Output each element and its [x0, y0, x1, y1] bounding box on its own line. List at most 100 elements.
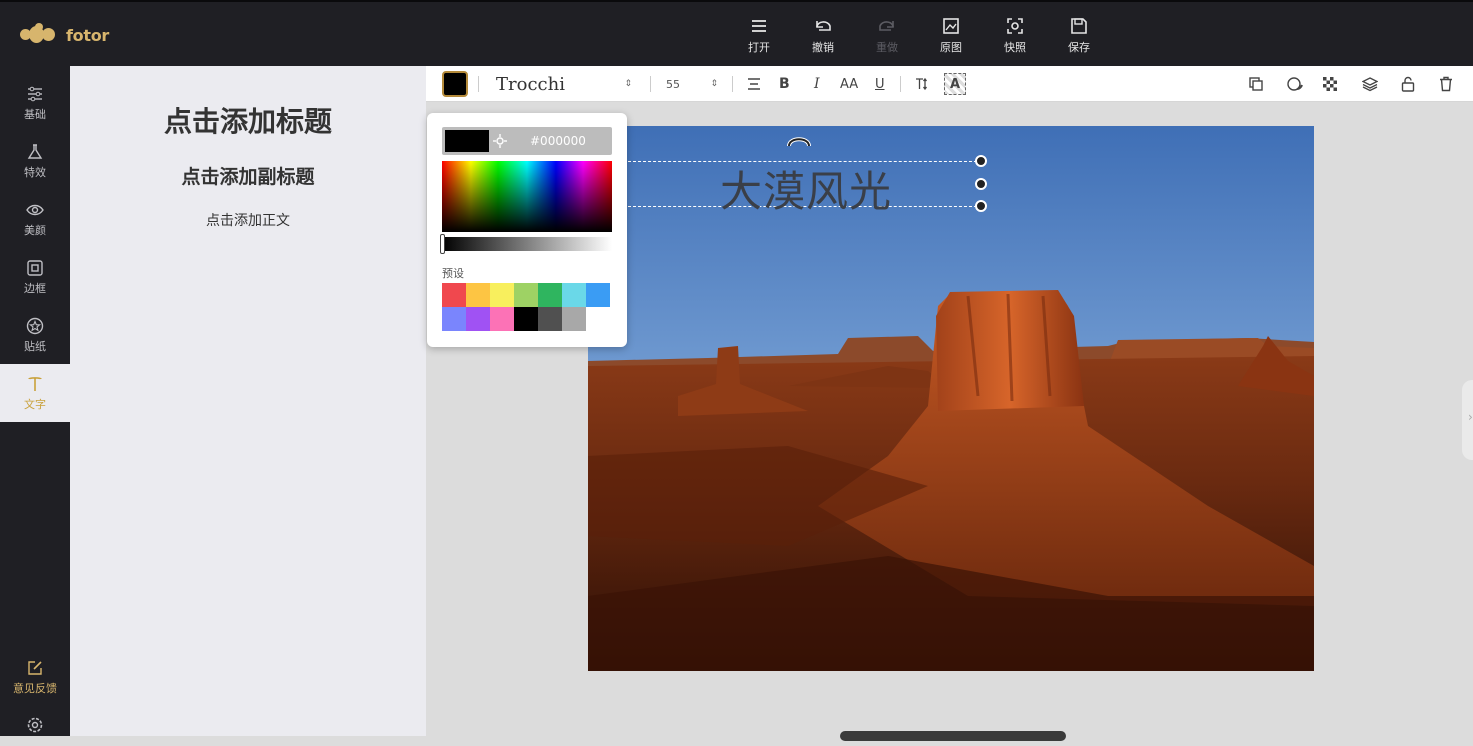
- sliders-icon: [28, 86, 42, 101]
- select-arrows-icon: ⇕: [710, 79, 718, 89]
- hex-input-box[interactable]: #000000: [442, 127, 612, 155]
- preset-swatch[interactable]: [538, 283, 562, 307]
- preset-swatch[interactable]: [490, 283, 514, 307]
- fotor-logo[interactable]: fotor: [20, 22, 109, 48]
- divider: [478, 76, 479, 92]
- feedback-button[interactable]: 意见反馈: [0, 648, 70, 706]
- sidebar-item-label: 贴纸: [24, 339, 46, 353]
- font-size-select[interactable]: 55 ⇕: [666, 66, 718, 102]
- line-spacing-button[interactable]: [914, 66, 930, 102]
- canvas-text[interactable]: 大漠风光: [720, 158, 892, 219]
- snapshot-button[interactable]: 快照: [983, 16, 1047, 55]
- redo-button[interactable]: 重做: [855, 16, 919, 55]
- sidebar-item-basic[interactable]: 基础: [0, 74, 70, 132]
- bold-icon: B: [779, 76, 790, 92]
- unlock-icon: [1401, 76, 1415, 92]
- canvas-photo[interactable]: [588, 126, 1314, 671]
- text-icon: [28, 376, 42, 391]
- save-button[interactable]: 保存: [1047, 16, 1111, 55]
- italic-button[interactable]: I: [814, 66, 820, 102]
- layers-button[interactable]: [1362, 66, 1378, 102]
- snapshot-icon: [1007, 18, 1023, 34]
- sidebar-item-text[interactable]: 文字: [0, 364, 70, 422]
- current-color-swatch: [442, 71, 468, 97]
- preset-swatch[interactable]: [562, 283, 586, 307]
- transparency-button[interactable]: [1323, 66, 1337, 102]
- settings-button[interactable]: [0, 706, 70, 746]
- color-spectrum[interactable]: [442, 161, 612, 232]
- brightness-slider-handle[interactable]: [440, 234, 445, 254]
- gear-icon: [27, 717, 43, 732]
- shadow-icon: [1287, 77, 1303, 91]
- save-icon: [1071, 18, 1087, 34]
- rotate-handle-icon[interactable]: [786, 134, 812, 150]
- add-subtitle-button[interactable]: 点击添加副标题: [70, 162, 426, 189]
- delete-button[interactable]: [1439, 66, 1453, 102]
- preset-swatch[interactable]: [562, 307, 586, 331]
- brightness-slider[interactable]: [440, 234, 612, 254]
- resize-handle-top[interactable]: [975, 155, 987, 167]
- feedback-label: 意见反馈: [13, 681, 57, 695]
- color-swatch-button[interactable]: [442, 66, 468, 102]
- preset-swatch[interactable]: [490, 307, 514, 331]
- hex-color-preview: [445, 130, 489, 152]
- underline-button[interactable]: U: [875, 66, 885, 102]
- desert-landscape-image: [588, 126, 1314, 671]
- sidebar-item-label: 文字: [24, 397, 46, 411]
- resize-handle-bottom[interactable]: [975, 200, 987, 212]
- preset-swatch[interactable]: [466, 283, 490, 307]
- align-center-icon: [748, 78, 760, 90]
- color-picker-popup: #000000 预设: [427, 113, 627, 347]
- logo-dots-icon: [20, 23, 60, 47]
- undo-button[interactable]: 撤销: [791, 16, 855, 55]
- lock-button[interactable]: [1401, 66, 1415, 102]
- preset-swatch[interactable]: [514, 283, 538, 307]
- top-bar: fotor 打开 撤销 重做 原图 快照 保存: [0, 0, 1473, 66]
- open-button[interactable]: 打开: [727, 16, 791, 55]
- sidebar-item-stickers[interactable]: 贴纸: [0, 306, 70, 364]
- sidebar-item-label: 边框: [24, 281, 46, 295]
- undo-label: 撤销: [812, 41, 834, 54]
- bottom-scroll-indicator[interactable]: [840, 731, 1066, 741]
- star-badge-icon: [26, 317, 44, 334]
- preset-swatch[interactable]: [586, 283, 610, 307]
- font-size-value: 55: [666, 77, 680, 91]
- original-button[interactable]: 原图: [919, 16, 983, 55]
- preset-swatch[interactable]: [538, 307, 562, 331]
- font-family-select[interactable]: Trocchi ⇕: [496, 66, 636, 102]
- preset-swatch[interactable]: [442, 307, 466, 331]
- resize-handle-middle[interactable]: [975, 178, 987, 190]
- copy-icon: [1249, 77, 1263, 91]
- text-toolbar: Trocchi ⇕ 55 ⇕ B I AA U A: [426, 66, 1473, 102]
- eyedropper-icon[interactable]: [492, 133, 508, 149]
- add-title-button[interactable]: 点击添加标题: [70, 100, 426, 140]
- shadow-button[interactable]: [1286, 66, 1304, 102]
- edit-icon: [28, 660, 42, 675]
- undo-icon: [816, 21, 831, 31]
- sidebar-item-effects[interactable]: 特效: [0, 132, 70, 190]
- preset-swatch[interactable]: [442, 283, 466, 307]
- uppercase-icon: AA: [840, 76, 859, 92]
- layers-icon: [1362, 77, 1378, 92]
- hex-value[interactable]: #000000: [530, 134, 586, 148]
- case-button[interactable]: AA: [840, 66, 858, 102]
- preset-swatches: [442, 283, 612, 331]
- preset-swatch[interactable]: [514, 307, 538, 331]
- sidebar-item-frame[interactable]: 边框: [0, 248, 70, 306]
- left-sidebar: 基础 特效 美颜 边框 贴纸 文字 意见反馈: [0, 66, 70, 736]
- snapshot-label: 快照: [1004, 41, 1026, 54]
- add-body-button[interactable]: 点击添加正文: [70, 210, 426, 230]
- divider: [732, 76, 733, 92]
- right-panel-toggle[interactable]: ›: [1462, 380, 1473, 460]
- select-arrows-icon: ⇕: [624, 79, 632, 89]
- align-button[interactable]: [746, 66, 762, 102]
- underline-icon: U: [875, 76, 885, 92]
- sidebar-item-beauty[interactable]: 美颜: [0, 190, 70, 248]
- text-background-button[interactable]: A: [944, 66, 966, 102]
- redo-icon: [879, 21, 894, 31]
- bold-button[interactable]: B: [779, 66, 790, 102]
- main-toolbar: 打开 撤销 重做 原图 快照 保存: [727, 16, 1111, 55]
- copy-button[interactable]: [1248, 66, 1264, 102]
- eye-icon: [26, 204, 44, 215]
- preset-swatch[interactable]: [466, 307, 490, 331]
